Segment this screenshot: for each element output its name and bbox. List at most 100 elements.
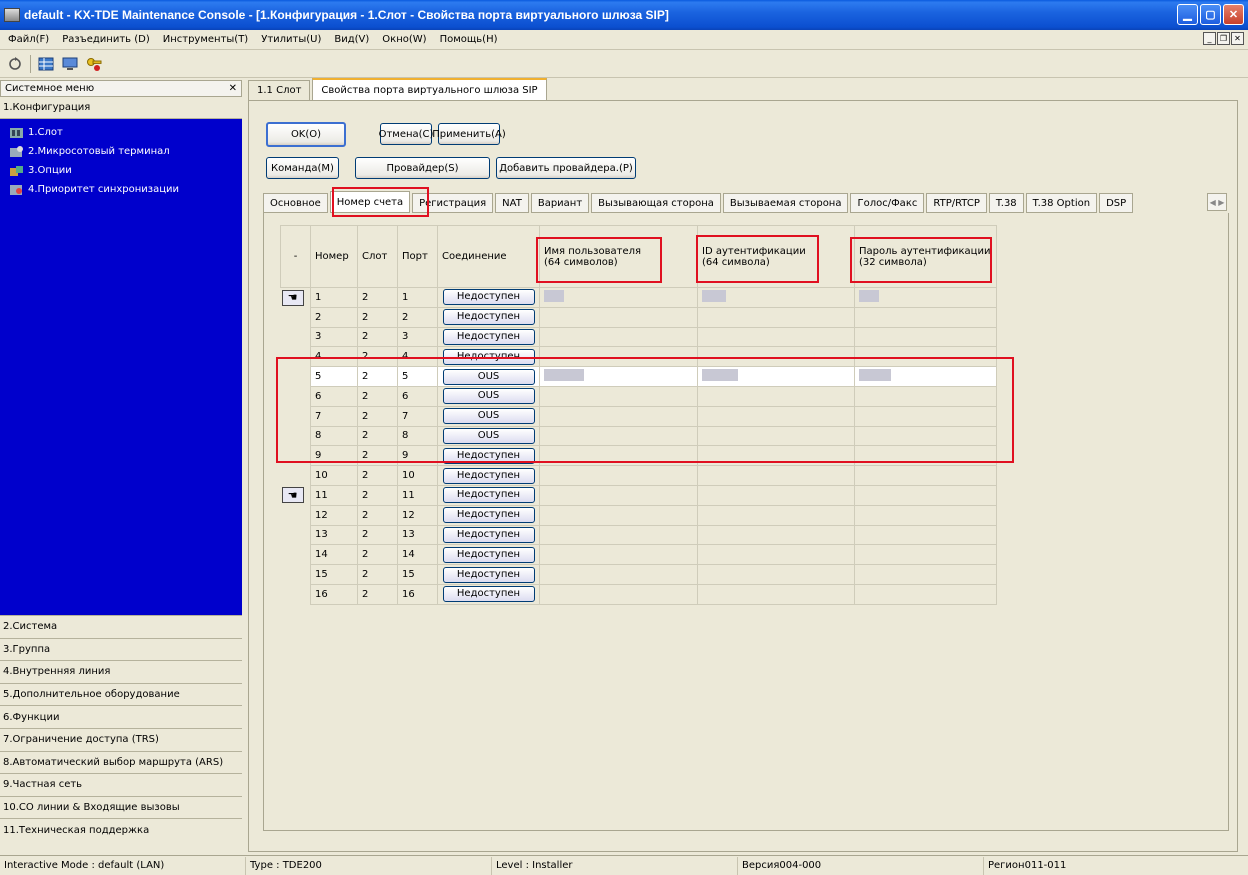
col-auth-id[interactable]: ID аутентификации (64 символа): [697, 225, 855, 288]
connection-status-button[interactable]: Недоступен: [442, 447, 535, 464]
cell-auth-password[interactable]: [854, 425, 997, 447]
row-selector[interactable]: [281, 367, 311, 387]
ok-button[interactable]: OK(O): [266, 122, 346, 147]
cell-slot[interactable]: 2: [357, 366, 398, 387]
cell-auth-id[interactable]: [697, 385, 855, 407]
cell-auth-id[interactable]: [697, 287, 855, 308]
cell-username[interactable]: [539, 524, 698, 546]
nav-co-lines[interactable]: 10.CO линии & Входящие вызовы: [0, 795, 242, 819]
cell-number[interactable]: 11: [310, 484, 358, 506]
cell-slot[interactable]: 2: [357, 385, 398, 407]
tree-item-sync-priority[interactable]: 4.Приоритет синхронизации: [0, 180, 242, 199]
cell-username[interactable]: [539, 366, 698, 387]
table-row[interactable]: 7 2 7 OUS: [281, 405, 997, 427]
cell-username[interactable]: [539, 385, 698, 407]
table-row[interactable]: 8 2 8 OUS: [281, 425, 997, 447]
cell-port[interactable]: 11: [397, 484, 438, 506]
menu-disconnect[interactable]: Разъединить (D): [62, 34, 150, 45]
connection-status-button[interactable]: Недоступен: [442, 348, 535, 365]
col-username[interactable]: Имя пользователя (64 символов): [539, 225, 698, 288]
cell-auth-id[interactable]: [697, 564, 855, 585]
tab-t38-option[interactable]: T.38 Option: [1025, 193, 1098, 213]
row-selector[interactable]: [281, 446, 311, 466]
cell-auth-password[interactable]: [854, 405, 997, 427]
cell-auth-password[interactable]: [854, 366, 997, 387]
col-connection[interactable]: Соединение: [437, 225, 540, 288]
cell-port[interactable]: 7: [397, 405, 438, 427]
connection-status-button[interactable]: OUS: [442, 368, 535, 385]
connection-status-button[interactable]: OUS: [442, 427, 535, 444]
cell-slot[interactable]: 2: [357, 583, 398, 605]
cell-connection[interactable]: Недоступен: [437, 306, 540, 328]
cell-number[interactable]: 10: [310, 465, 358, 486]
table-row[interactable]: ☚ 11 2 11 Недоступен: [281, 484, 997, 506]
tree-item-options[interactable]: 3.Опции: [0, 161, 242, 180]
monitor-icon[interactable]: [61, 55, 79, 73]
command-button[interactable]: Команда(M): [266, 157, 339, 179]
cell-auth-id[interactable]: [697, 484, 855, 506]
cell-auth-id[interactable]: [697, 445, 855, 467]
cell-auth-password[interactable]: [854, 504, 997, 526]
table-row[interactable]: 14 2 14 Недоступен: [281, 544, 997, 566]
cell-connection[interactable]: Недоступен: [437, 445, 540, 467]
cell-username[interactable]: [539, 504, 698, 526]
cell-auth-password[interactable]: [854, 306, 997, 328]
nav-maintenance[interactable]: 11.Техническая поддержка: [0, 818, 242, 841]
table-row[interactable]: 10 2 10 Недоступен: [281, 465, 997, 486]
tab-option[interactable]: Вариант: [530, 193, 590, 213]
cell-username[interactable]: [539, 306, 698, 328]
connection-status-button[interactable]: Недоступен: [442, 328, 535, 345]
key-icon[interactable]: [85, 55, 103, 73]
cell-connection[interactable]: OUS: [437, 366, 540, 387]
col-slot[interactable]: Слот: [357, 225, 398, 288]
cell-auth-id[interactable]: [697, 465, 855, 486]
cell-port[interactable]: 12: [397, 504, 438, 526]
cell-username[interactable]: [539, 405, 698, 427]
cell-number[interactable]: 15: [310, 564, 358, 585]
cell-auth-password[interactable]: [854, 465, 997, 486]
row-selector[interactable]: ☚: [281, 485, 311, 505]
grid-icon[interactable]: [37, 55, 55, 73]
mdi-close-button[interactable]: ✕: [1231, 32, 1244, 45]
close-icon[interactable]: ✕: [229, 83, 237, 94]
cell-slot[interactable]: 2: [357, 465, 398, 486]
connection-status-button[interactable]: Недоступен: [442, 526, 535, 543]
nav-optional-device[interactable]: 5.Дополнительное оборудование: [0, 682, 242, 706]
col-auth-password[interactable]: Пароль аутентификации (32 символа): [854, 225, 997, 288]
cell-username[interactable]: [539, 583, 698, 605]
cell-number[interactable]: 9: [310, 445, 358, 467]
cell-auth-password[interactable]: [854, 445, 997, 467]
tab-sip-port-properties[interactable]: Свойства порта виртуального шлюза SIP: [312, 78, 547, 100]
cell-port[interactable]: 1: [397, 287, 438, 308]
cell-auth-password[interactable]: [854, 524, 997, 546]
close-button[interactable]: ✕: [1223, 4, 1244, 25]
table-row[interactable]: 4 2 4 Недоступен: [281, 346, 997, 368]
row-selector[interactable]: [281, 584, 311, 604]
cell-slot[interactable]: 2: [357, 484, 398, 506]
cell-connection[interactable]: Недоступен: [437, 287, 540, 308]
cell-connection[interactable]: Недоступен: [437, 484, 540, 506]
vertical-scrollbar[interactable]: [1227, 213, 1235, 831]
cell-slot[interactable]: 2: [357, 287, 398, 308]
row-selector[interactable]: [281, 426, 311, 446]
cell-slot[interactable]: 2: [357, 504, 398, 526]
connection-status-button[interactable]: Недоступен: [442, 507, 535, 524]
cell-number[interactable]: 16: [310, 583, 358, 605]
tab-rtp-rtcp[interactable]: RTP/RTCP: [926, 193, 987, 213]
cell-port[interactable]: 16: [397, 583, 438, 605]
cell-port[interactable]: 8: [397, 425, 438, 447]
provider-button[interactable]: Провайдер(S): [355, 157, 490, 179]
tab-called-party[interactable]: Вызываемая сторона: [722, 193, 849, 213]
cell-number[interactable]: 3: [310, 326, 358, 348]
table-row[interactable]: 5 2 5 OUS: [281, 366, 997, 387]
mdi-restore-button[interactable]: ❐: [1217, 32, 1230, 45]
cell-number[interactable]: 12: [310, 504, 358, 526]
horizontal-scrollbar[interactable]: [263, 833, 1229, 843]
tree-item-microcell[interactable]: 2.Микросотовый терминал: [0, 142, 242, 161]
cell-connection[interactable]: Недоступен: [437, 465, 540, 486]
row-selector[interactable]: [281, 505, 311, 525]
cell-auth-id[interactable]: [697, 366, 855, 387]
row-selector[interactable]: [281, 525, 311, 545]
cell-auth-password[interactable]: [854, 385, 997, 407]
nav-ars[interactable]: 8.Автоматический выбор маршрута (ARS): [0, 750, 242, 774]
